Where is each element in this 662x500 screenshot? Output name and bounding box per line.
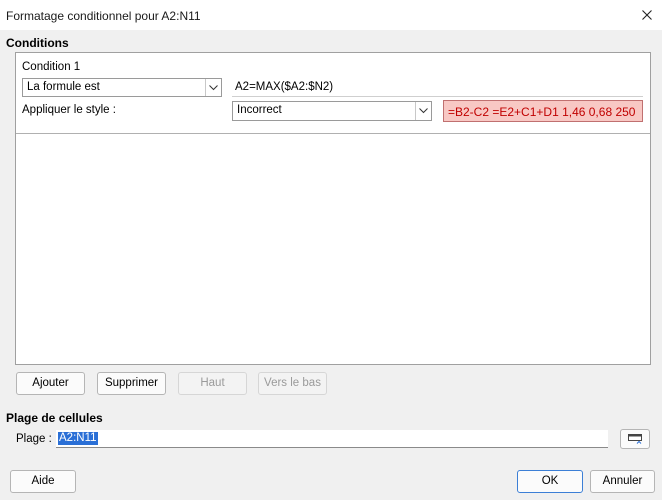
move-down-button[interactable]: Vers le bas bbox=[258, 372, 327, 395]
condition-1-title: Condition 1 bbox=[22, 61, 81, 73]
formula-input[interactable]: A2=MAX($A2:$N2) bbox=[232, 78, 643, 97]
add-condition-button[interactable]: Ajouter bbox=[16, 372, 85, 395]
condition-type-select[interactable]: La formule est bbox=[22, 78, 222, 97]
window-title: Formatage conditionnel pour A2:N11 bbox=[6, 9, 201, 23]
conditions-section-label: Conditions bbox=[6, 36, 69, 50]
title-bar: Formatage conditionnel pour A2:N11 bbox=[0, 0, 662, 30]
range-label: Plage : bbox=[16, 433, 52, 445]
remove-condition-button[interactable]: Supprimer bbox=[97, 372, 166, 395]
shrink-dialog-button[interactable] bbox=[620, 429, 650, 449]
style-preview-text: =B2-C2 =E2+C1+D1 1,46 0,68 250 bbox=[448, 105, 636, 119]
formula-value: A2=MAX($A2:$N2) bbox=[235, 81, 334, 93]
range-section-label: Plage de cellules bbox=[6, 411, 103, 425]
chevron-down-icon[interactable] bbox=[415, 102, 431, 120]
style-value: Incorrect bbox=[237, 104, 282, 116]
style-preview: =B2-C2 =E2+C1+D1 1,46 0,68 250 bbox=[443, 100, 643, 122]
close-icon bbox=[642, 10, 652, 20]
ok-button[interactable]: OK bbox=[517, 470, 583, 493]
cancel-button[interactable]: Annuler bbox=[590, 470, 655, 493]
range-value: A2:N11 bbox=[58, 432, 98, 445]
conditions-panel: Condition 1 La formule est A2=MAX($A2:$N… bbox=[15, 52, 651, 365]
condition-divider bbox=[16, 133, 650, 134]
move-up-button[interactable]: Haut bbox=[178, 372, 247, 395]
help-button[interactable]: Aide bbox=[10, 470, 76, 493]
style-select[interactable]: Incorrect bbox=[232, 101, 432, 121]
chevron-down-icon[interactable] bbox=[205, 79, 221, 96]
condition-type-value: La formule est bbox=[27, 81, 100, 93]
range-input[interactable]: A2:N11 bbox=[56, 430, 608, 448]
close-button[interactable] bbox=[632, 0, 662, 30]
apply-style-label: Appliquer le style : bbox=[22, 104, 116, 116]
shrink-dialog-icon bbox=[628, 434, 642, 444]
